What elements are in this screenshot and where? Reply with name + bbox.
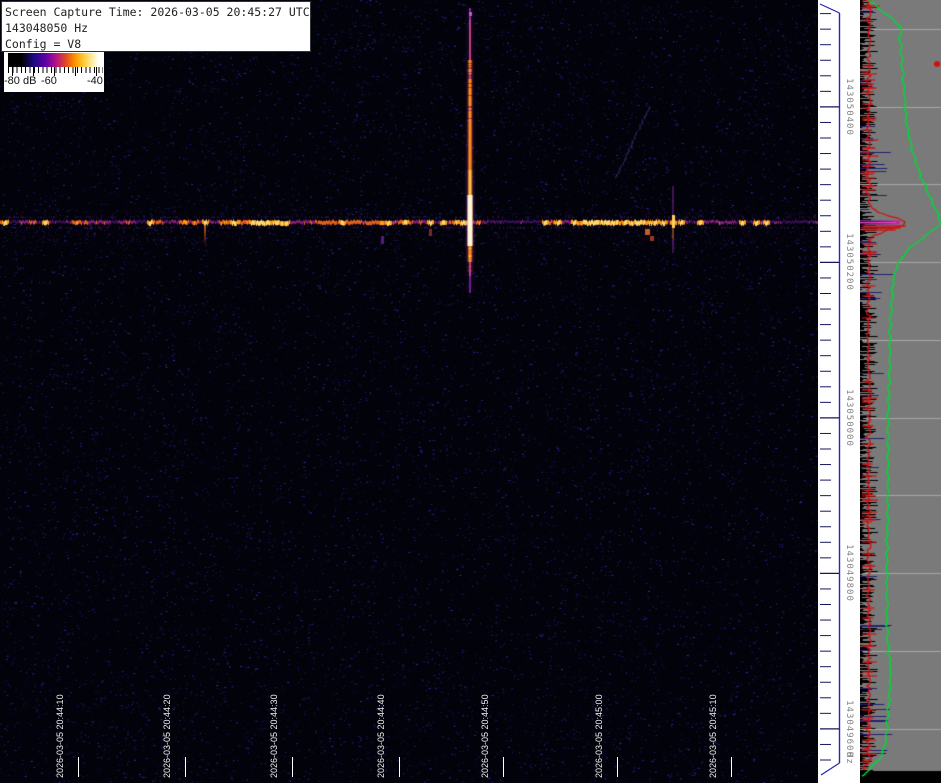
colorbar-ticks xyxy=(8,67,103,73)
time-axis-tick xyxy=(292,757,293,777)
freq-axis-label: 143049600 xyxy=(843,700,854,758)
freq-axis-label: 143050000 xyxy=(843,389,854,447)
capture-info-box: Screen Capture Time: 2026-03-05 20:45:27… xyxy=(1,1,311,52)
time-axis-tick xyxy=(617,757,618,777)
colorbar-label-max: -40 xyxy=(87,75,103,87)
time-axis-label: 2026-03-05 20:44:40 xyxy=(376,694,387,778)
time-axis-tick xyxy=(731,757,732,777)
center-frequency-text: 143048050 Hz xyxy=(5,20,310,36)
time-axis-tick xyxy=(78,757,79,777)
time-axis-label: 2026-03-05 20:45:10 xyxy=(708,694,719,778)
colorbar-label-mid: -60 xyxy=(41,75,57,87)
time-axis-label: 2026-03-05 20:44:20 xyxy=(162,694,173,778)
time-axis-label: 2026-03-05 20:45:00 xyxy=(594,694,605,778)
time-axis-tick xyxy=(503,757,504,777)
colorbar-major-tick xyxy=(75,67,76,76)
time-axis-tick xyxy=(185,757,186,777)
time-axis-label: 2026-03-05 20:44:30 xyxy=(269,694,280,778)
freq-axis-label: 143050400 xyxy=(843,78,854,136)
spectrum-side-panel xyxy=(860,0,941,783)
frequency-axis-ruler: 143050400 143050200 143050000 143049800 1430… xyxy=(818,0,860,783)
colorbar-label-min: -80 dB xyxy=(4,75,36,87)
config-text: Config = V8 xyxy=(5,36,310,52)
colorbar-gradient xyxy=(8,53,103,67)
time-axis-label: 2026-03-05 20:44:50 xyxy=(480,694,491,778)
time-axis-label: 2026-03-05 20:44:10 xyxy=(55,694,66,778)
spectrogram-waterfall xyxy=(0,0,818,783)
time-axis-tick xyxy=(399,757,400,777)
spectrogram-app-window: Screen Capture Time: 2026-03-05 20:45:27… xyxy=(0,0,941,783)
colorbar: -80 dB -60 -40 xyxy=(4,52,104,92)
freq-axis-label: 143049800 xyxy=(843,544,854,602)
frequency-axis-unit: Hz xyxy=(843,752,854,765)
capture-time-text: Screen Capture Time: 2026-03-05 20:45:27… xyxy=(5,4,310,20)
freq-axis-label: 143050200 xyxy=(843,233,854,291)
